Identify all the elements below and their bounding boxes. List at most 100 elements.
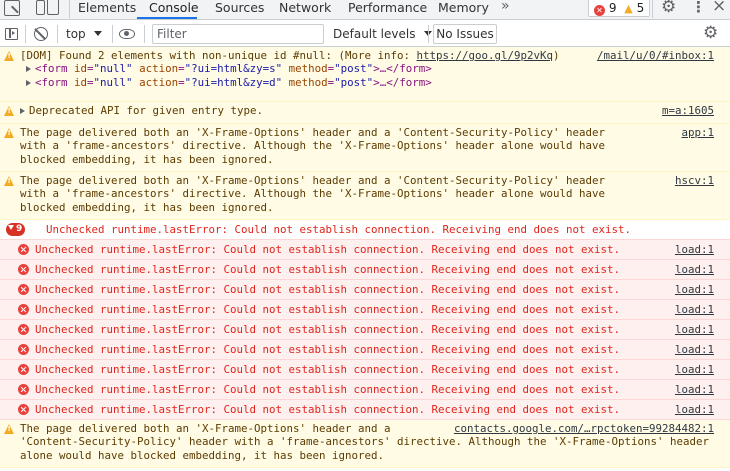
source-link[interactable]: load:1 bbox=[675, 302, 714, 318]
kebab-menu-icon[interactable]: ⋮ bbox=[691, 0, 706, 16]
tab-elements[interactable]: Elements bbox=[78, 0, 136, 20]
console-warning: The page delivered both an 'X-Frame-Opti… bbox=[0, 172, 730, 220]
message-text: Unchecked runtime.lastError: Could not e… bbox=[35, 383, 621, 396]
message-text: Unchecked runtime.lastError: Could not e… bbox=[35, 303, 621, 316]
expand-triangle-icon[interactable] bbox=[26, 79, 31, 86]
message-text: Unchecked runtime.lastError: Could not e… bbox=[35, 243, 621, 256]
close-icon[interactable]: × bbox=[712, 0, 726, 16]
element-picker-icon[interactable] bbox=[4, 0, 20, 16]
message-text[interactable]: Deprecated API for given entry type. bbox=[20, 104, 714, 117]
error-icon bbox=[18, 244, 29, 255]
error-icon bbox=[18, 404, 29, 415]
error-icon bbox=[18, 384, 29, 395]
console-warning: contacts.google.com/…rpctoken=99284482:1… bbox=[0, 420, 730, 468]
error-icon bbox=[18, 344, 29, 355]
console-error-row: Unchecked runtime.lastError: Could not e… bbox=[0, 240, 730, 260]
message-text: Unchecked runtime.lastError: Could not e… bbox=[35, 323, 621, 336]
divider bbox=[144, 25, 145, 43]
source-link[interactable]: load:1 bbox=[675, 282, 714, 298]
console-error-row: Unchecked runtime.lastError: Could not e… bbox=[0, 320, 730, 340]
message-text: The page delivered both an 'X-Frame-Opti… bbox=[20, 174, 606, 214]
source-link[interactable]: m=a:1605 bbox=[662, 104, 714, 117]
message-text: Unchecked runtime.lastError: Could not e… bbox=[35, 283, 621, 296]
live-expression-eye-icon[interactable] bbox=[119, 29, 135, 39]
warning-icon bbox=[4, 424, 14, 434]
divider bbox=[25, 25, 26, 43]
error-count: 9 bbox=[608, 1, 617, 15]
message-text: Unchecked runtime.lastError: Could not e… bbox=[35, 403, 621, 416]
devtools-tabbar: Elements Console Sources Network Perform… bbox=[0, 0, 730, 20]
active-tab-indicator bbox=[137, 17, 197, 19]
expand-triangle-icon[interactable] bbox=[20, 108, 25, 114]
error-icon bbox=[18, 284, 29, 295]
divider bbox=[428, 25, 429, 43]
warning-icon bbox=[4, 128, 14, 138]
console-error-row: Unchecked runtime.lastError: Could not e… bbox=[0, 280, 730, 300]
dom-node-row[interactable]: <form id="null" action="?ui=html&zy=d" m… bbox=[20, 76, 714, 89]
dom-node-row[interactable]: <form id="null" action="?ui=html&zy=s" m… bbox=[20, 62, 714, 75]
console-settings-gear-icon[interactable]: ⚙ bbox=[703, 23, 718, 43]
source-link[interactable]: load:1 bbox=[675, 402, 714, 418]
error-icon bbox=[18, 324, 29, 335]
tab-network[interactable]: Network bbox=[279, 0, 331, 20]
message-text: Unchecked runtime.lastError: Could not e… bbox=[46, 223, 632, 236]
more-tabs-button[interactable]: » bbox=[501, 0, 510, 14]
error-group-children: Unchecked runtime.lastError: Could not e… bbox=[0, 240, 730, 420]
issues-button[interactable]: No Issues bbox=[433, 24, 497, 44]
divider bbox=[652, 0, 653, 18]
tab-memory[interactable]: Memory bbox=[438, 0, 489, 20]
error-count-icon: ✕ bbox=[594, 5, 605, 16]
message-text: Unchecked runtime.lastError: Could not e… bbox=[35, 363, 621, 376]
log-levels-select[interactable]: Default levels bbox=[328, 25, 437, 43]
info-link[interactable]: https://goo.gl/9p2vKq bbox=[417, 49, 554, 62]
source-link[interactable]: app:1 bbox=[681, 126, 714, 139]
levels-label: Default levels bbox=[333, 27, 416, 41]
message-text: The page delivered both an 'X-Frame-Opti… bbox=[20, 126, 606, 166]
divider bbox=[57, 25, 58, 43]
tab-performance[interactable]: Performance bbox=[348, 0, 427, 20]
console-error-row: Unchecked runtime.lastError: Could not e… bbox=[0, 340, 730, 360]
error-group-header[interactable]: 9 Unchecked runtime.lastError: Could not… bbox=[0, 220, 730, 240]
warning-icon bbox=[4, 51, 14, 61]
console-error-row: Unchecked runtime.lastError: Could not e… bbox=[0, 400, 730, 420]
source-link[interactable]: load:1 bbox=[675, 342, 714, 358]
source-link[interactable]: load:1 bbox=[675, 262, 714, 278]
show-sidebar-icon[interactable] bbox=[5, 28, 18, 40]
console-messages: [DOM] Found 2 elements with non-unique i… bbox=[0, 47, 730, 468]
divider bbox=[112, 25, 113, 43]
source-link[interactable]: load:1 bbox=[675, 322, 714, 338]
error-icon bbox=[18, 304, 29, 315]
source-link[interactable]: hscv:1 bbox=[675, 174, 714, 187]
execution-context-select[interactable]: top bbox=[62, 25, 106, 43]
chevron-down-icon bbox=[93, 31, 102, 36]
source-link[interactable]: /mail/u/0/#inbox:1 bbox=[597, 49, 714, 62]
clear-console-icon[interactable] bbox=[34, 27, 48, 41]
source-link[interactable]: load:1 bbox=[675, 382, 714, 398]
warning-icon bbox=[4, 106, 14, 116]
console-error-row: Unchecked runtime.lastError: Could not e… bbox=[0, 380, 730, 400]
source-link[interactable]: load:1 bbox=[675, 362, 714, 378]
console-warning: [DOM] Found 2 elements with non-unique i… bbox=[0, 47, 730, 102]
expand-triangle-icon[interactable] bbox=[26, 66, 31, 73]
repeat-count-badge[interactable]: 9 bbox=[6, 223, 26, 236]
console-error-row: Unchecked runtime.lastError: Could not e… bbox=[0, 360, 730, 380]
settings-gear-icon[interactable]: ⚙ bbox=[661, 0, 676, 17]
console-toolbar: top Default levels No Issues ⚙ bbox=[0, 21, 730, 47]
context-label: top bbox=[66, 27, 86, 41]
console-error-row: Unchecked runtime.lastError: Could not e… bbox=[0, 260, 730, 280]
issue-counter[interactable]: ✕ 9 ▲ 5 bbox=[588, 0, 651, 17]
filter-input[interactable] bbox=[152, 24, 324, 44]
collapse-triangle-icon bbox=[8, 225, 14, 230]
message-text: Unchecked runtime.lastError: Could not e… bbox=[35, 343, 621, 356]
warning-count: 5 bbox=[636, 1, 645, 15]
tab-sources[interactable]: Sources bbox=[215, 0, 264, 20]
device-toolbar-icon[interactable] bbox=[36, 0, 60, 16]
error-icon bbox=[18, 364, 29, 375]
divider bbox=[69, 0, 70, 18]
console-warning: The page delivered both an 'X-Frame-Opti… bbox=[0, 124, 730, 172]
source-link[interactable]: contacts.google.com/…rpctoken=99284482:1 bbox=[454, 422, 714, 435]
warning-icon bbox=[4, 176, 14, 186]
console-warning: Deprecated API for given entry type. m=a… bbox=[0, 102, 730, 124]
warning-count-icon: ▲ bbox=[624, 2, 633, 15]
source-link[interactable]: load:1 bbox=[675, 242, 714, 258]
